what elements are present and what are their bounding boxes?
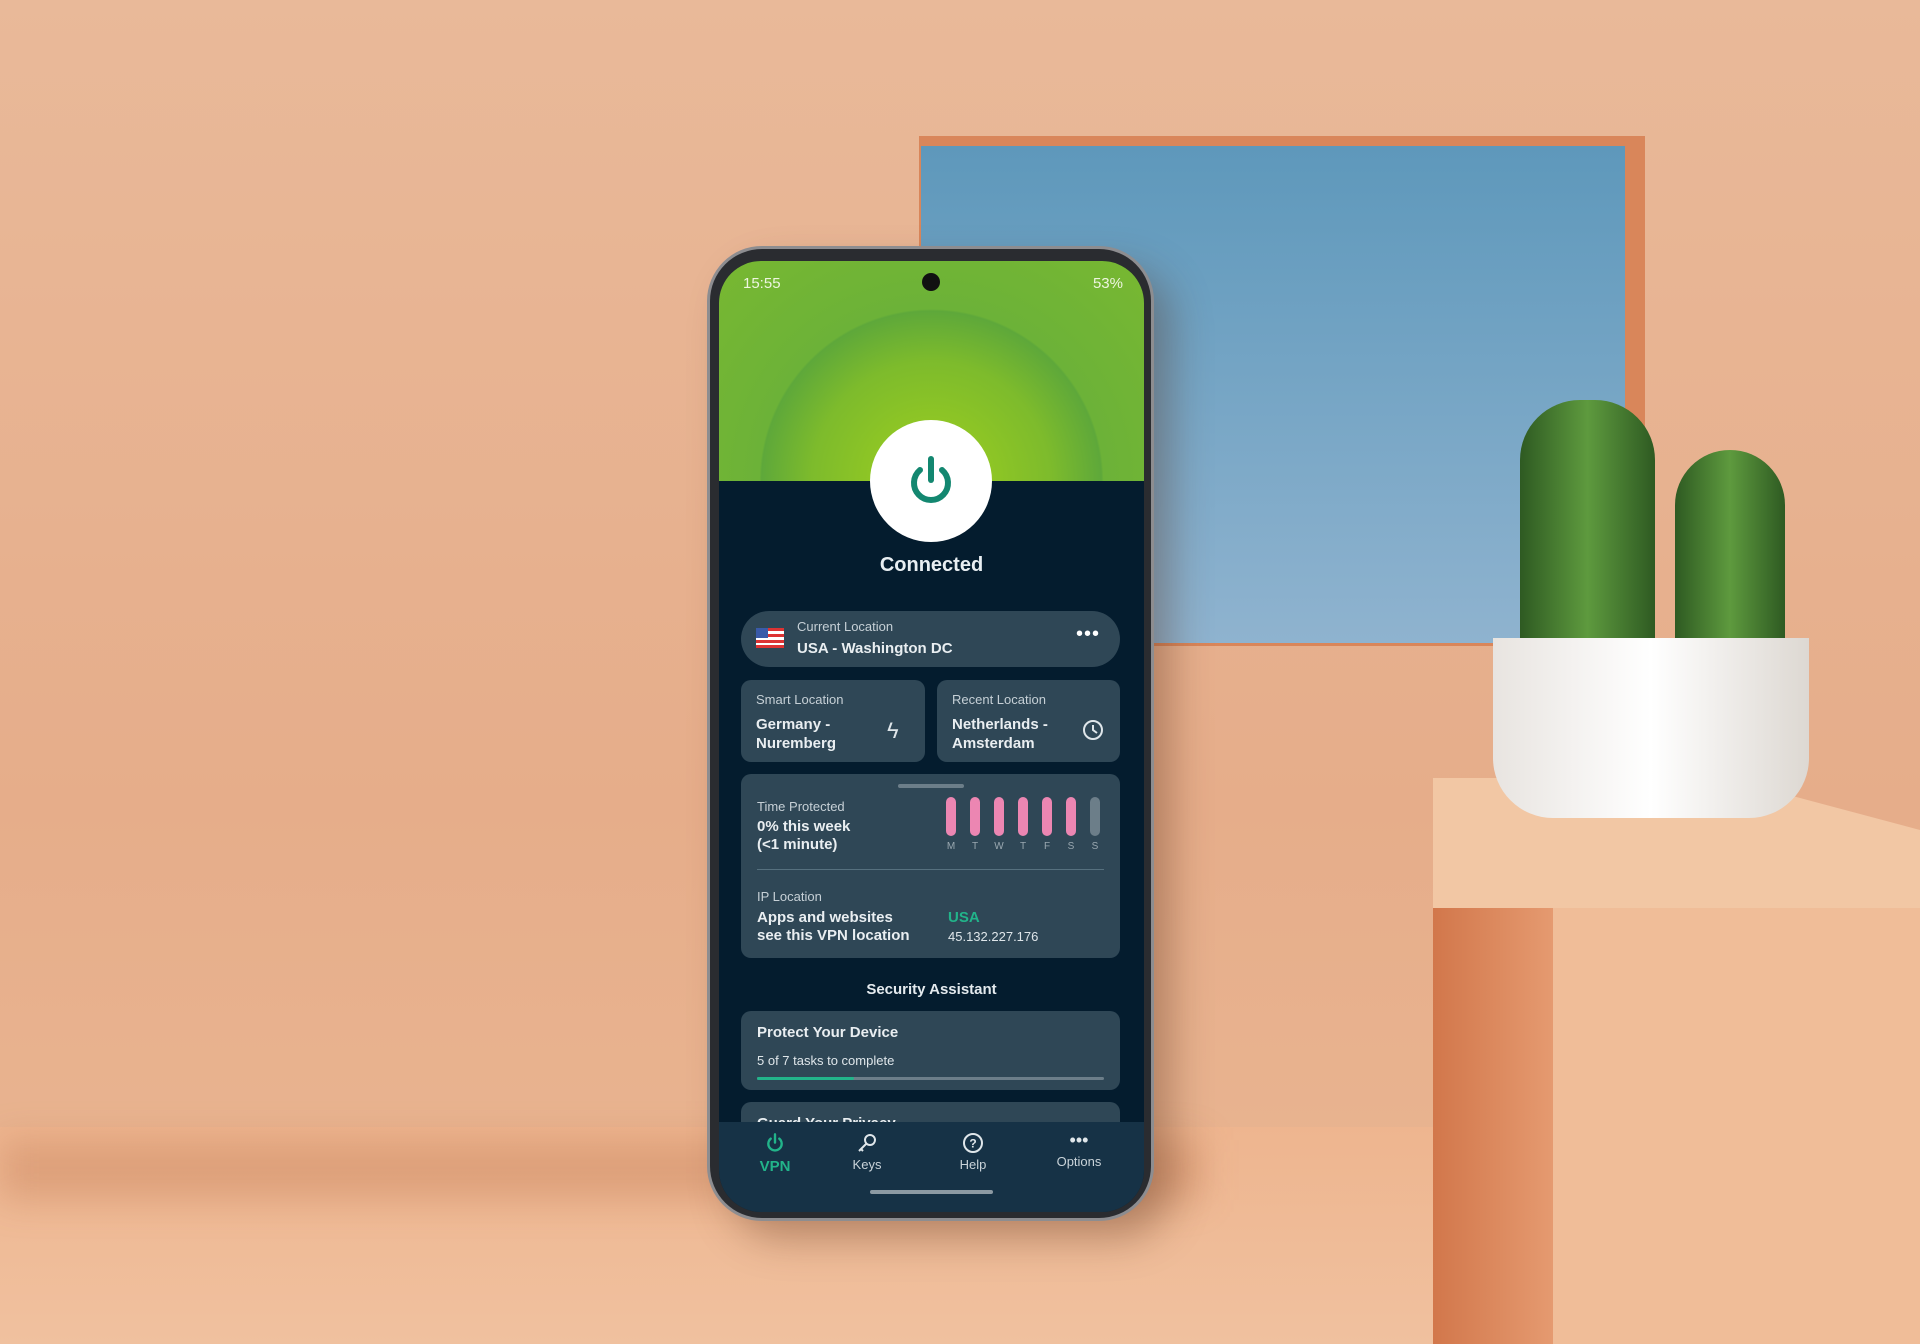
clock-icon	[1083, 720, 1103, 740]
day-bar	[946, 797, 956, 836]
clock: 15:55	[743, 275, 781, 292]
more-icon: •••	[1069, 1130, 1089, 1150]
smart-location-line1: Germany -	[756, 716, 831, 733]
stats-card: Time Protected 0% this week (<1 minute) …	[741, 774, 1120, 958]
current-location-label: Current Location	[797, 619, 894, 634]
day-label: W	[994, 841, 1004, 852]
day-bar	[1066, 797, 1076, 836]
smart-location-label: Smart Location	[756, 692, 844, 707]
svg-text:?: ?	[969, 1137, 976, 1151]
more-icon[interactable]: •••	[1076, 623, 1100, 646]
plant-pot	[1493, 638, 1809, 818]
protect-device-title: Protect Your Device	[757, 1024, 899, 1041]
connection-status: Connected	[879, 554, 984, 576]
key-icon	[858, 1134, 876, 1152]
day-bar	[1042, 797, 1052, 836]
drag-handle[interactable]	[898, 784, 964, 788]
nav-options[interactable]: ••• Options	[1039, 1130, 1119, 1169]
divider	[757, 869, 1104, 870]
day-bar	[970, 797, 980, 836]
battery-level: 53%	[1092, 275, 1123, 292]
nav-options-label: Options	[1056, 1154, 1102, 1169]
current-location-card[interactable]: Current Location USA - Washington DC •••	[741, 611, 1120, 667]
lightning-icon: ϟ	[887, 718, 899, 743]
cactus-stem	[1675, 450, 1785, 660]
nav-keys-label: Keys	[852, 1157, 882, 1172]
nav-help-label: Help	[959, 1157, 987, 1172]
nav-vpn[interactable]: VPN	[735, 1132, 815, 1175]
time-protected-duration: (<1 minute)	[757, 836, 838, 853]
day-label: S	[1091, 841, 1099, 852]
nav-keys[interactable]: Keys	[827, 1132, 907, 1172]
ip-location-line2: see this VPN location	[757, 927, 910, 944]
day-label: T	[1019, 841, 1027, 852]
recent-location-line2: Amsterdam	[952, 735, 1035, 752]
progress-fill	[757, 1077, 855, 1080]
protect-device-subtitle: 5 of 7 tasks to complete	[757, 1053, 895, 1068]
recent-location-line1: Netherlands -	[952, 716, 1048, 733]
day-label: M	[946, 841, 956, 852]
smart-location-card[interactable]: Smart Location Germany - Nuremberg ϟ	[741, 680, 925, 762]
day-bar	[1018, 797, 1028, 836]
power-icon	[911, 456, 951, 503]
nav-vpn-label: VPN	[759, 1158, 791, 1175]
time-protected-percent: 0% this week	[757, 818, 851, 835]
progress-track	[757, 1077, 1104, 1080]
us-flag-icon	[756, 628, 784, 648]
bottom-nav: VPN Keys ? Help ••• Options	[719, 1122, 1144, 1212]
day-label: F	[1043, 841, 1051, 852]
ip-location-label: IP Location	[757, 889, 822, 904]
current-location-value: USA - Washington DC	[797, 640, 953, 657]
ip-address: 45.132.227.176	[948, 929, 1039, 944]
ip-location-line1: Apps and websites	[757, 909, 893, 926]
time-protected-label: Time Protected	[757, 799, 845, 814]
nav-help[interactable]: ? Help	[933, 1132, 1013, 1172]
day-bar	[994, 797, 1004, 836]
recent-location-card[interactable]: Recent Location Netherlands - Amsterdam	[937, 680, 1120, 762]
smart-location-line2: Nuremberg	[756, 735, 837, 752]
ip-country: USA	[948, 909, 980, 926]
pedestal-front	[1553, 880, 1920, 1344]
cactus-stem	[1520, 400, 1655, 660]
security-assistant-heading: Security Assistant	[866, 981, 997, 998]
day-label: S	[1067, 841, 1075, 852]
weekly-bars: MTWTFSS	[946, 797, 1106, 857]
camera-cutout	[922, 273, 940, 291]
help-icon: ?	[963, 1133, 983, 1153]
phone-screen: 15:55 53% Connected Current Location USA…	[719, 261, 1144, 1212]
day-label: T	[971, 841, 979, 852]
power-icon	[767, 1133, 783, 1152]
day-bar	[1090, 797, 1100, 836]
connect-button[interactable]	[870, 420, 992, 542]
recent-location-label: Recent Location	[952, 692, 1046, 707]
home-indicator[interactable]	[870, 1190, 993, 1194]
protect-device-card[interactable]: Protect Your Device 5 of 7 tasks to comp…	[741, 1011, 1120, 1090]
